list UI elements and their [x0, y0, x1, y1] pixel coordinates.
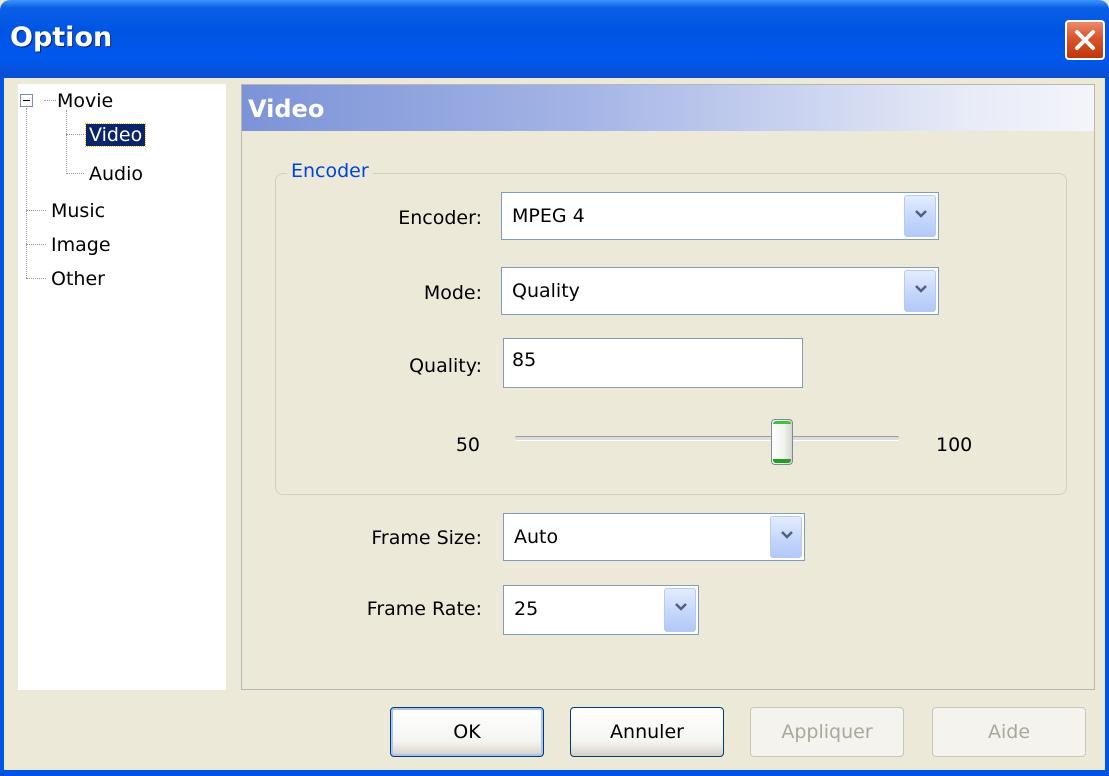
slider-min-label: 50 [455, 434, 480, 456]
cancel-button[interactable]: Annuler [570, 707, 724, 757]
tree-item-audio[interactable]: Audio [86, 161, 146, 187]
panel-title: Video [248, 95, 325, 123]
chevron-down-icon [915, 285, 927, 293]
tree-item-image[interactable]: Image [48, 232, 114, 258]
tree-item-video[interactable]: Video [84, 122, 147, 148]
frame-size-dropdown-value: Auto [514, 526, 559, 548]
tree-item-label: Movie [57, 90, 114, 112]
tree-line [26, 278, 46, 279]
frame-size-dropdown[interactable]: Auto [503, 513, 805, 561]
window-frame-left [0, 78, 4, 776]
encoder-label: Encoder: [398, 207, 482, 229]
apply-button[interactable]: Appliquer [750, 707, 904, 757]
tree-item-label: Other [51, 268, 105, 290]
dropdown-button[interactable] [904, 270, 936, 312]
chevron-down-icon [675, 603, 687, 611]
ok-button[interactable]: OK [390, 707, 544, 757]
tree-item-movie[interactable]: Movie [54, 88, 116, 114]
tree-item-music[interactable]: Music [48, 198, 108, 224]
options-tree[interactable]: Movie Video Audio Music Image Other [18, 84, 226, 690]
window-title: Option [10, 22, 113, 53]
frame-rate-dropdown[interactable]: 25 [503, 585, 699, 635]
quality-slider-thumb[interactable] [771, 419, 793, 465]
dropdown-button[interactable] [664, 588, 696, 632]
tree-line [66, 134, 84, 135]
frame-rate-label: Frame Rate: [366, 598, 482, 620]
encoder-dropdown[interactable]: MPEG 4 [501, 192, 939, 240]
tree-item-label: Audio [89, 163, 144, 185]
dropdown-button[interactable] [770, 516, 802, 558]
quality-slider-track[interactable] [515, 436, 899, 441]
tree-line [66, 110, 67, 174]
tree-item-label: Image [51, 234, 111, 256]
mode-label: Mode: [423, 282, 482, 304]
encoder-dropdown-value: MPEG 4 [512, 205, 585, 227]
slider-max-label: 100 [936, 434, 973, 456]
title-bar[interactable]: Option [0, 0, 1109, 78]
tree-item-other[interactable]: Other [48, 266, 108, 292]
panel-header: Video [242, 85, 1094, 131]
tree-line [26, 210, 46, 211]
help-button[interactable]: Aide [932, 707, 1086, 757]
tree-item-label: Music [51, 200, 106, 222]
tree-line [26, 244, 46, 245]
tree-item-label: Video [84, 123, 147, 147]
mode-dropdown[interactable]: Quality [501, 267, 939, 315]
dropdown-button[interactable] [904, 195, 936, 237]
chevron-down-icon [781, 531, 793, 539]
mode-dropdown-value: Quality [512, 280, 580, 302]
minus-icon [23, 100, 30, 101]
quality-field[interactable] [503, 338, 803, 388]
quality-input[interactable] [512, 349, 792, 371]
frame-rate-dropdown-value: 25 [514, 598, 539, 620]
window-frame-right [1105, 78, 1109, 776]
quality-label: Quality: [409, 355, 482, 377]
tree-expander-movie[interactable] [20, 94, 33, 107]
tree-line [66, 173, 84, 174]
tree-line [26, 108, 27, 278]
close-icon [1075, 30, 1095, 50]
frame-size-label: Frame Size: [371, 527, 482, 549]
encoder-group-legend: Encoder [287, 160, 373, 182]
chevron-down-icon [915, 210, 927, 218]
close-button[interactable] [1065, 20, 1105, 60]
window-frame-bottom [0, 770, 1109, 776]
